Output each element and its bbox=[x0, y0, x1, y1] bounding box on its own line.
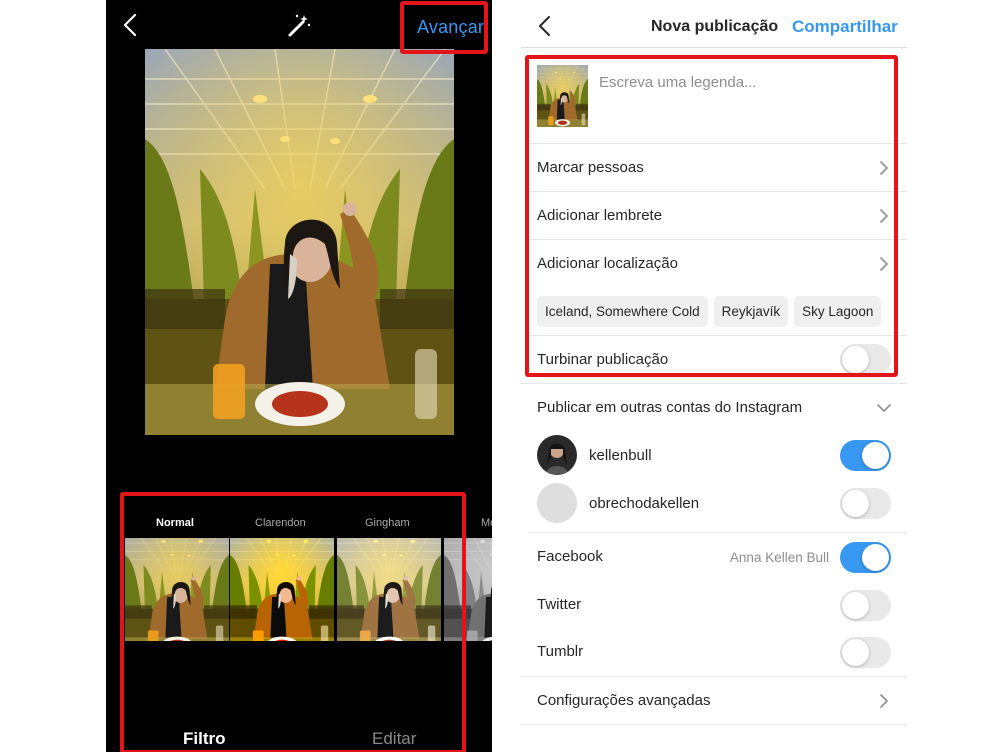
facebook-label: Facebook bbox=[537, 548, 603, 565]
chevron-left-icon[interactable] bbox=[533, 14, 557, 38]
advanced-settings-row[interactable]: Configurações avançadas bbox=[521, 677, 907, 725]
toggle-knob bbox=[842, 490, 869, 517]
page-title: Nova publicação bbox=[651, 18, 779, 35]
account-name-kellenbull: kellenbull bbox=[589, 447, 652, 464]
photo-preview bbox=[145, 49, 454, 435]
account-toggle-kellenbull[interactable] bbox=[840, 440, 891, 471]
other-accounts-label: Publicar em outras contas do Instagram bbox=[537, 399, 803, 416]
header-divider bbox=[521, 47, 907, 48]
toggle-knob bbox=[842, 639, 869, 666]
account-toggle-obrechodakellen[interactable] bbox=[840, 488, 891, 519]
tumblr-toggle[interactable] bbox=[840, 637, 891, 668]
highlight-post-details bbox=[525, 55, 898, 377]
other-accounts-row[interactable]: Publicar em outras contas do Instagram bbox=[521, 384, 907, 432]
tumblr-label: Tumblr bbox=[537, 643, 584, 660]
chevron-right-icon bbox=[880, 694, 888, 708]
avatar bbox=[537, 435, 577, 475]
highlight-next-button bbox=[400, 1, 488, 54]
chevron-left-icon[interactable] bbox=[118, 12, 144, 38]
chevron-down-icon bbox=[877, 404, 891, 412]
facebook-account-name: Anna Kellen Bull bbox=[729, 550, 829, 565]
facebook-toggle[interactable] bbox=[840, 542, 891, 573]
avatar-placeholder bbox=[537, 483, 577, 523]
twitter-toggle[interactable] bbox=[840, 590, 891, 621]
divider bbox=[521, 724, 907, 725]
highlight-filter-strip bbox=[120, 492, 466, 752]
share-button[interactable]: Compartilhar bbox=[792, 17, 898, 37]
toggle-knob bbox=[842, 592, 869, 619]
account-name-obrechodakellen: obrechodakellen bbox=[589, 495, 700, 512]
toggle-knob bbox=[862, 442, 889, 469]
twitter-label: Twitter bbox=[537, 596, 582, 613]
toggle-knob bbox=[862, 544, 889, 571]
magic-wand-icon[interactable] bbox=[286, 13, 312, 39]
advanced-settings-label: Configurações avançadas bbox=[537, 692, 711, 709]
filter-label-mo[interactable]: Mo bbox=[481, 517, 492, 529]
